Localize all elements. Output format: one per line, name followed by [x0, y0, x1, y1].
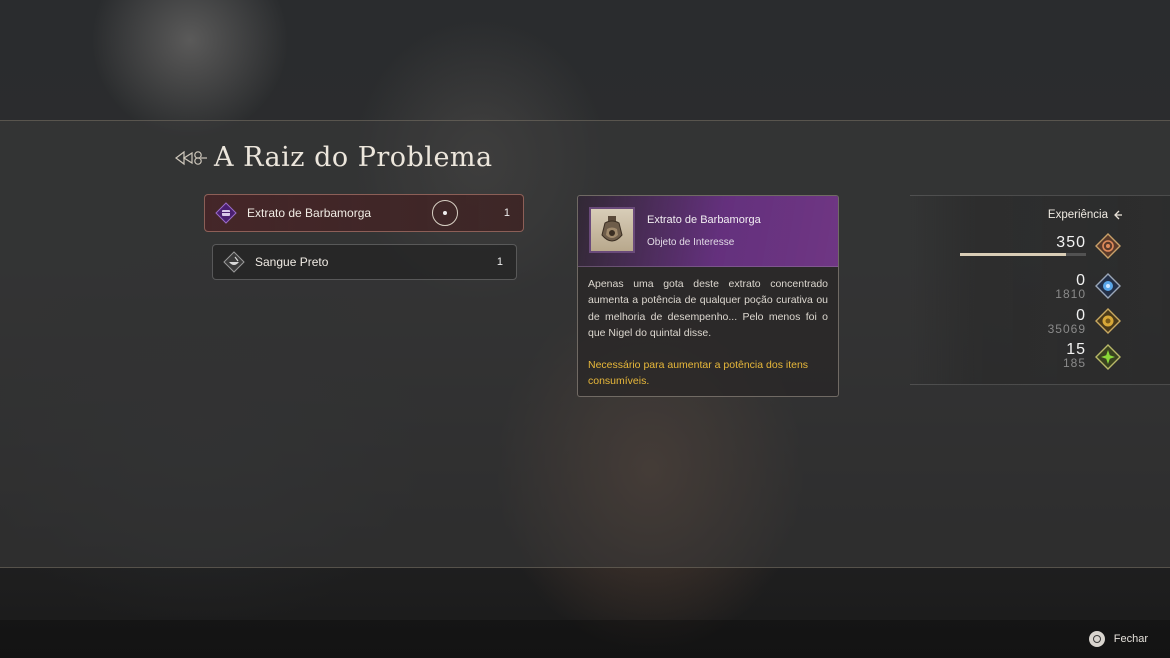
bowl-icon [223, 251, 245, 273]
gold-gil-icon [1095, 308, 1121, 334]
experience-emblem-icon [1095, 233, 1121, 259]
track-item-button[interactable] [431, 200, 458, 226]
item-quantity: 1 [503, 207, 510, 219]
track-dot-icon [442, 211, 447, 215]
reward-total: 185 [1062, 356, 1086, 370]
detail-body: Apenas uma gota deste extrato concentrad… [578, 267, 838, 390]
item-name: Sangue Preto [255, 255, 329, 269]
item-name: Extrato de Barbamorga [247, 206, 372, 220]
quest-header: A Raiz do Problema [174, 142, 493, 173]
detail-item-name: Extrato de Barbamorga [647, 214, 761, 226]
item-thumbnail [589, 207, 635, 253]
circle-inner [1092, 635, 1101, 643]
reward-total: 1810 [1055, 287, 1086, 301]
ornament-icon [175, 150, 207, 165]
item-row-sangue[interactable]: Sangue Preto 1 [212, 244, 517, 280]
item-description: Apenas uma gota deste extrato concentrad… [588, 278, 828, 339]
close-hint[interactable]: Fechar [1088, 631, 1148, 647]
green-star-icon [1095, 344, 1121, 370]
rewards-title: Experiência [1048, 209, 1122, 221]
item-row-extrato[interactable]: Extrato de Barbamorga 1 [204, 194, 524, 232]
experience-progress-bar [960, 253, 1086, 256]
detail-item-type: Objeto de Interesse [647, 237, 735, 248]
rewards-title-label: Experiência [1047, 209, 1108, 221]
close-label: Fechar [1113, 633, 1148, 645]
arrow-icon [1114, 210, 1122, 220]
detail-header: Extrato de Barbamorga Objeto de Interess… [578, 196, 838, 267]
purple-chest-icon [215, 202, 237, 224]
reward-total: 35069 [1047, 322, 1086, 336]
blue-ability-icon [1095, 273, 1121, 299]
flask-icon [601, 216, 623, 242]
item-quantity: 1 [496, 256, 503, 268]
experience-progress-fill [960, 253, 1066, 256]
item-usage-note: Necessário para aumentar a potência dos … [588, 359, 809, 388]
item-detail-card: Extrato de Barbamorga Objeto de Interess… [577, 195, 839, 397]
rewards-panel: Experiência 350 0 1810 0 35069 15 185 [910, 195, 1170, 385]
quest-title: A Raiz do Problema [214, 142, 493, 173]
circle-button-icon[interactable] [1088, 631, 1105, 647]
bottom-bar [0, 620, 1170, 658]
experience-value: 350 [1056, 234, 1086, 251]
